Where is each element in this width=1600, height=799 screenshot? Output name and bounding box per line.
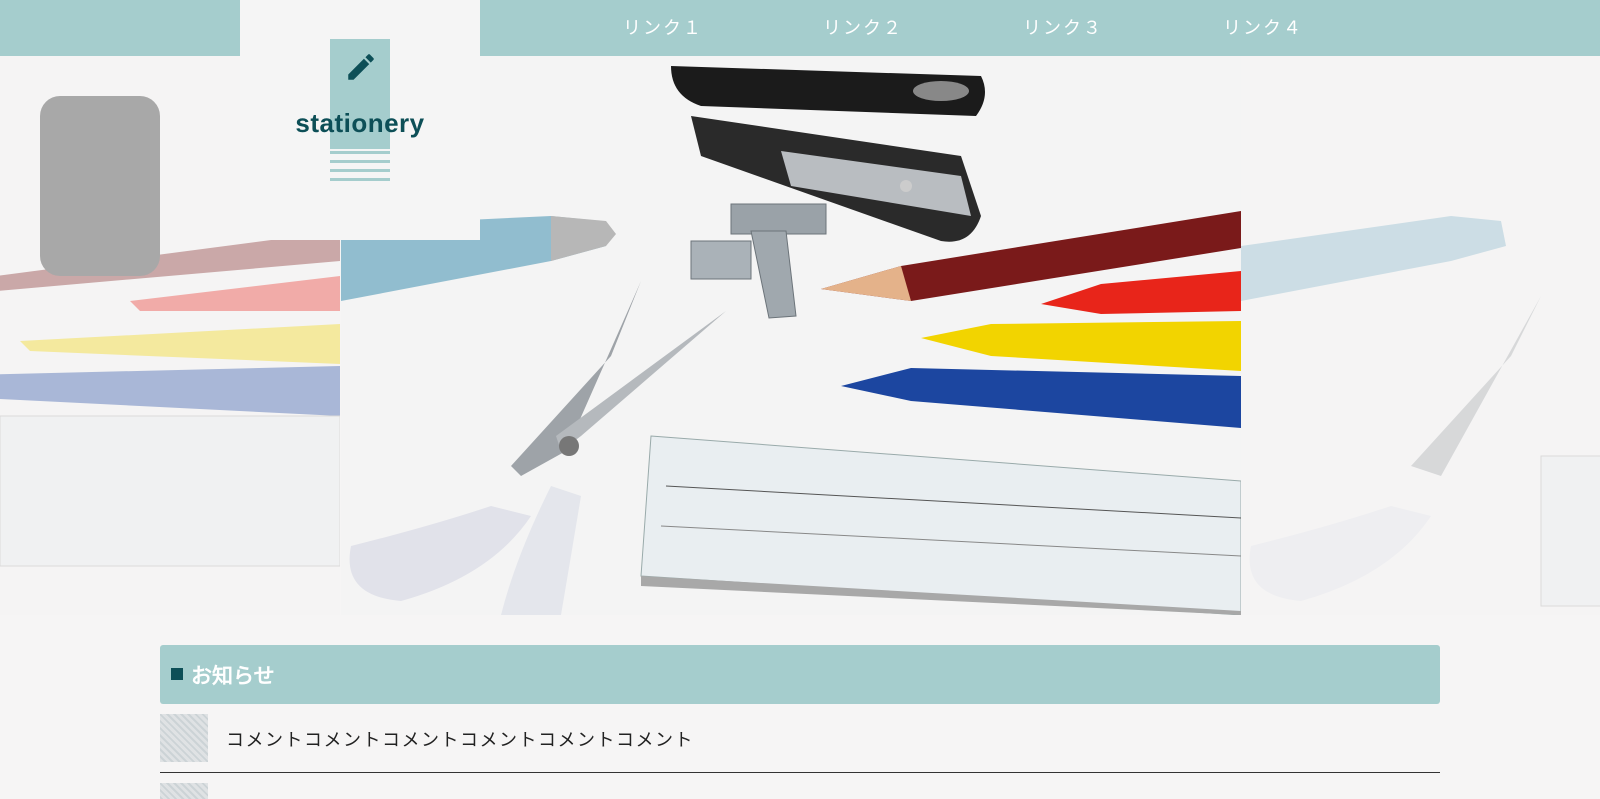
- news-divider: [160, 772, 1440, 773]
- hero-side-right: [1241, 56, 1600, 615]
- news-thumbnail: [160, 714, 208, 762]
- site-logo[interactable]: stationery: [240, 108, 480, 139]
- nav-link-3[interactable]: リンク３: [1023, 14, 1103, 40]
- notices-header: [160, 645, 1440, 704]
- nav-link-2[interactable]: リンク２: [823, 14, 903, 40]
- news-thumbnail: [160, 783, 208, 799]
- nav-link-4[interactable]: リンク４: [1223, 14, 1303, 40]
- notices-square-icon: [171, 668, 183, 680]
- logo-stripes: [330, 151, 390, 187]
- news-text[interactable]: コメントコメントコメントコメントコメントコメント: [226, 726, 694, 752]
- page: リンク１ リンク２ リンク３ リンク４ stationery お知らせ コメント…: [0, 0, 1600, 799]
- pencil-icon: [344, 50, 378, 88]
- nav-link-1[interactable]: リンク１: [623, 14, 703, 40]
- notices-title: お知らせ: [191, 664, 275, 688]
